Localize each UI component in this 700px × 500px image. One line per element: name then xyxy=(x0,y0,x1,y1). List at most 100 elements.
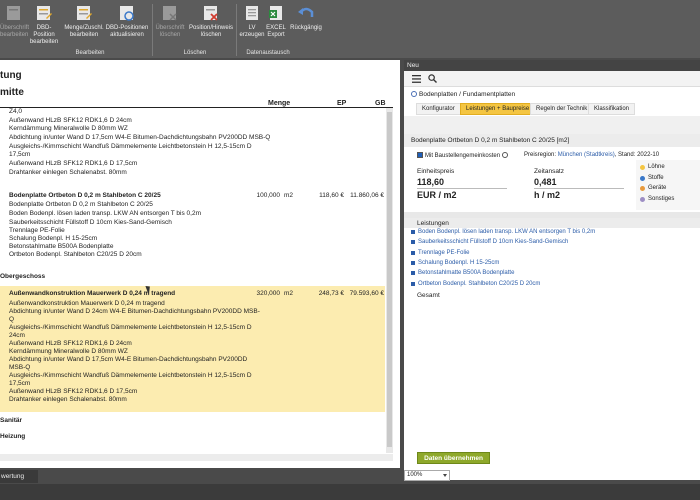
position-quantity: 320,000 xyxy=(256,290,281,297)
take-data-button[interactable]: Daten übernehmen xyxy=(417,452,490,464)
lv-document-pane: tung mitte Menge EP GB Z4,0 Außenwand HL… xyxy=(0,60,400,468)
position-unit: m2 xyxy=(284,192,294,199)
chevron-down-icon[interactable] xyxy=(443,474,447,477)
leistung-link[interactable]: Betonstahlmatte B500A Bodenplatte xyxy=(410,270,514,276)
text-line: Sauberkeitsschicht Füllstoff D 10cm Kies… xyxy=(9,219,172,226)
baustellengemeinkosten-checkbox[interactable]: Mit Baustellengemeinkosten xyxy=(417,152,509,159)
legend-dot-icon xyxy=(640,186,645,191)
group-label-data-exchange: Datenaustausch xyxy=(246,50,290,56)
breadcrumb[interactable]: Bodenplatten / Fundamentplatten xyxy=(411,91,515,98)
position-title[interactable]: Bodenplatte Ortbeton D 0,2 m Stahlbeton … xyxy=(9,192,161,200)
leistung-link[interactable]: Schalung Bodenpl. H 15-25cm xyxy=(410,260,499,266)
horizontal-scrollbar[interactable] xyxy=(0,454,393,461)
section-heading-sanitaer[interactable]: Sanitär xyxy=(0,417,22,424)
time-value: 0,481 xyxy=(534,177,557,187)
refresh-icon xyxy=(120,6,134,21)
menu-icon[interactable] xyxy=(412,75,421,83)
legend-item-geraete: Geräte xyxy=(640,185,666,191)
tab-klassifikation[interactable]: Klassifikation xyxy=(588,103,636,115)
edit-quantity-button[interactable]: Menge/Zuschl. bearbeiten xyxy=(64,3,104,51)
ribbon-toolbar: Überschrift bearbeiten DBD-Position bear… xyxy=(0,0,700,58)
position-quantity: 100,000 xyxy=(256,192,281,199)
leistung-link[interactable]: Boden Bodenpl. lösen laden transp. LKW A… xyxy=(410,229,595,235)
column-header-gb: GB xyxy=(375,100,386,107)
section-heading-heizung[interactable]: Heizung xyxy=(0,433,25,440)
info-icon[interactable] xyxy=(502,152,509,158)
header-divider xyxy=(0,107,393,108)
excel-export-button[interactable]: EXCEL Export xyxy=(264,3,288,51)
legend-dot-icon xyxy=(640,176,645,181)
update-dbd-positions-button[interactable]: DBD-Positionen aktualisieren xyxy=(104,3,150,51)
text-line: Trennlage PE-Folie xyxy=(9,227,65,234)
search-icon[interactable] xyxy=(428,74,437,83)
page-title: tung xyxy=(0,70,22,81)
position-unit: m2 xyxy=(284,290,294,297)
position-total: 79.593,60 € xyxy=(349,290,384,297)
tab-konfigurator[interactable]: Konfigurator xyxy=(416,103,461,115)
text-line: Q xyxy=(9,316,15,323)
leistung-link[interactable]: Trennlage PE-Folie xyxy=(410,250,469,256)
panel-band xyxy=(404,116,700,134)
position-unit-price: 118,60 € xyxy=(319,192,344,199)
edit-heading-button[interactable]: Überschrift bearbeiten xyxy=(0,3,29,51)
text-line: Bodenplatte Ortbeton D 0,2 m Stahlbeton … xyxy=(9,201,153,208)
legend-item-stoffe: Stoffe xyxy=(640,175,664,181)
heading-edit-icon xyxy=(7,6,20,20)
price-region-link[interactable]: München (Stadtkreis) xyxy=(558,152,615,158)
page-subtitle: mitte xyxy=(0,87,24,98)
edit-dbd-position-button[interactable]: DBD-Position bearbeiten xyxy=(28,3,60,51)
undo-icon xyxy=(298,7,314,17)
position-delete-icon xyxy=(204,6,218,21)
checkbox-checked-icon xyxy=(417,152,423,158)
delete-position-button[interactable]: Position/Hinweis löschen xyxy=(188,3,234,51)
create-lv-button[interactable]: LV erzeugen xyxy=(238,3,266,51)
vertical-scrollbar-thumb[interactable] xyxy=(387,112,392,447)
panel-title: Neu xyxy=(404,60,700,71)
gesamt-label: Gesamt xyxy=(417,292,440,299)
text-line: 17,5cm xyxy=(9,380,31,387)
text-line: Drahtanker einlegen Schalenabst. 80mm xyxy=(9,396,127,403)
text-line: Abdichtung in/unter Wand D 17,5cm W4-E B… xyxy=(9,134,271,141)
text-line: Außenwand HLzB SFK12 RDK1,6 D 17,5cm xyxy=(9,388,138,395)
text-line: Außenwand HLzB SFK12 RDK1,6 D 17,5cm xyxy=(9,160,138,167)
position-edit-icon xyxy=(37,6,52,20)
undo-button[interactable]: Rückgängig xyxy=(288,3,324,51)
quantity-edit-icon xyxy=(77,6,92,20)
divider xyxy=(417,188,507,189)
text-line: Drahtanker einlegen Schalenabst. 80mm xyxy=(9,169,127,176)
column-header-ep: EP xyxy=(337,100,347,107)
section-heading-og[interactable]: Obergeschoss xyxy=(0,273,45,280)
position-unit-price: 248,73 € xyxy=(318,290,344,297)
time-unit: h / m2 xyxy=(534,190,561,200)
delete-heading-button[interactable]: Überschrift löschen xyxy=(154,3,186,51)
text-line: Betonstahlmatte B500A Bodenplatte xyxy=(9,243,114,250)
group-label-delete: Löschen xyxy=(183,50,207,56)
text-line: MSB-Q xyxy=(9,364,31,371)
text-line: Schalung Bodenpl. H 15-25cm xyxy=(9,235,98,242)
tab-leistungen-baupreise[interactable]: Leistungen + Baupreise xyxy=(460,103,536,115)
text-line: Außenwand HLzB SFK12 RDK1,6 D 24cm xyxy=(9,117,132,124)
text-line: Abdichtung in/unter Wand D 24cm W4-E Bit… xyxy=(9,308,260,315)
leistung-link[interactable]: Sauberkeitsschicht Füllstoff D 10cm Kies… xyxy=(410,239,568,245)
legend-item-sonstiges: Sonstiges xyxy=(640,196,674,202)
dbd-panel: Neu Bodenplatten / Fundamentplatten Konf… xyxy=(404,60,700,480)
text-line: Ausgleichs-/Kimmschicht Wandfuß Dämmelem… xyxy=(9,143,252,150)
text-line: 24cm xyxy=(9,332,25,339)
text-line: Außenwand HLzB SFK12 RDK1,6 D 24cm xyxy=(9,340,132,347)
legend-item-loehne: Löhne xyxy=(640,164,665,170)
text-line: Ortbeton Bodenpl. Stahlbeton C20/25 D 20… xyxy=(9,251,142,258)
leistung-link[interactable]: Ortbeton Bodenpl. Stahlbeton C20/25 D 20… xyxy=(410,281,540,287)
tab-regeln-der-technik[interactable]: Regeln der Technik xyxy=(530,103,594,115)
text-line: 17,5cm xyxy=(9,151,31,158)
radio-icon xyxy=(411,91,417,97)
unit-price-value: 118,60 xyxy=(417,177,445,187)
excel-icon xyxy=(269,6,282,20)
group-separator xyxy=(152,4,153,56)
tab-bewertung[interactable]: wertung xyxy=(0,470,38,483)
unit-price-label: Einheitspreis xyxy=(417,168,455,175)
price-region: Preisregion: München (Stadtkreis), Stand… xyxy=(524,152,660,158)
group-separator xyxy=(236,4,237,56)
lv-create-icon xyxy=(246,6,258,20)
text-line: Ausgleichs-/Kimmschicht Wandfuß Dämmelem… xyxy=(9,324,252,331)
legend-dot-icon xyxy=(640,165,645,170)
